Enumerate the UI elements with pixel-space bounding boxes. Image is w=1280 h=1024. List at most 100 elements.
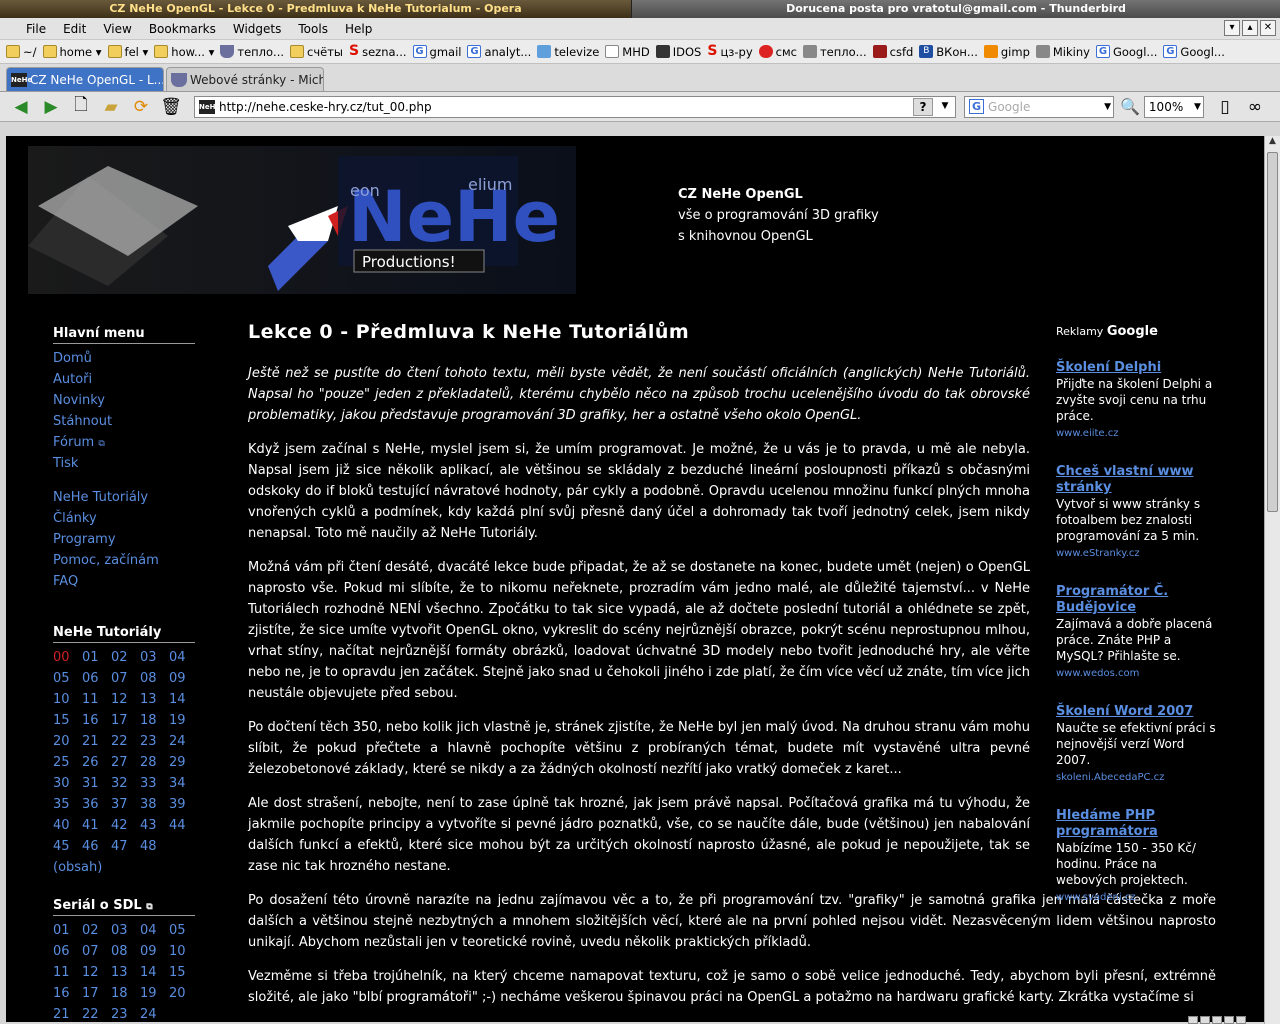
nav-link-pomoc[interactable]: Pomoc, začínám (53, 550, 203, 571)
tutorial-number-link[interactable]: 01 (82, 647, 111, 668)
tutorial-number-link[interactable]: 12 (111, 689, 140, 710)
ad-item[interactable]: Školení Word 2007 Naučte se efektivní pr… (1056, 704, 1216, 786)
ad-title[interactable]: Školení Delphi (1056, 360, 1216, 376)
menu-bookmarks[interactable]: Bookmarks (149, 22, 216, 36)
bookmark-item[interactable]: Sцз-ру (707, 44, 752, 59)
tutorial-number-link[interactable]: 04 (169, 647, 198, 668)
ad-url[interactable]: www.wedos.com (1056, 666, 1216, 682)
chevron-down-icon[interactable]: ▼ (937, 98, 953, 116)
bookmark-item[interactable]: Ganalyt... (467, 45, 531, 59)
nav-link-obsah[interactable]: (obsah) (53, 857, 203, 878)
tutorial-number-link[interactable]: 05 (53, 668, 82, 689)
tutorial-number-link[interactable]: 37 (111, 794, 140, 815)
ad-title[interactable]: Hledáme PHP programátora (1056, 808, 1216, 840)
tutorial-number-link[interactable]: 05 (169, 920, 198, 941)
tutorial-number-link[interactable]: 42 (111, 815, 140, 836)
ad-title[interactable]: Chceš vlastní www stránky (1056, 464, 1216, 496)
bookmark-item[interactable]: fel ▾ (107, 45, 148, 59)
status-icon[interactable] (1188, 1016, 1198, 1024)
search-box[interactable]: G Google ▼ (964, 95, 1114, 118)
tutorial-number-link[interactable]: 07 (82, 941, 111, 962)
tutorial-number-link[interactable]: 25 (53, 752, 82, 773)
tutorial-number-link[interactable]: 23 (111, 1004, 140, 1022)
bookmark-item[interactable]: смс (758, 45, 797, 59)
tutorial-number-link[interactable]: 17 (111, 710, 140, 731)
tutorial-number-link[interactable]: 10 (53, 689, 82, 710)
menu-edit[interactable]: Edit (63, 22, 86, 36)
nav-link-nehe-tutorialy[interactable]: NeHe Tutoriály (53, 487, 203, 508)
tutorial-number-link[interactable]: 08 (111, 941, 140, 962)
ad-title[interactable]: Školení Word 2007 (1056, 704, 1216, 720)
tutorial-number-link[interactable]: 20 (53, 731, 82, 752)
tutorial-number-link[interactable]: 41 (82, 815, 111, 836)
tutorial-number-link[interactable]: 09 (140, 941, 169, 962)
tutorial-number-link[interactable]: 21 (53, 1004, 82, 1022)
tutorial-number-link[interactable]: 19 (140, 983, 169, 1004)
tutorial-number-link[interactable]: 22 (111, 731, 140, 752)
nav-link-forum[interactable]: Fórum ⧉ (53, 432, 203, 453)
menu-help[interactable]: Help (345, 22, 372, 36)
nav-link-domu[interactable]: Domů (53, 348, 203, 369)
zoom-select[interactable]: 100% ▼ (1143, 95, 1204, 118)
tutorial-number-link[interactable]: 19 (169, 710, 198, 731)
tutorial-number-link[interactable]: 12 (82, 962, 111, 983)
menu-view[interactable]: View (103, 22, 131, 36)
status-icon[interactable] (1224, 1016, 1234, 1024)
scrollbar-thumb[interactable] (1267, 152, 1278, 512)
forward-button[interactable]: ▶ (38, 95, 64, 119)
bookmark-item[interactable]: тепло... (220, 45, 284, 59)
external-link-icon[interactable]: ⧉ (146, 902, 152, 912)
panel-button[interactable]: ▯ (1212, 95, 1238, 119)
reload-button[interactable]: ⟳ (128, 95, 154, 119)
bookmark-item[interactable]: ~/ (6, 45, 37, 59)
tutorial-number-link[interactable]: 16 (53, 983, 82, 1004)
tutorial-number-link[interactable]: 17 (82, 983, 111, 1004)
restore-icon[interactable]: ▴ (1242, 20, 1258, 36)
tutorial-number-link[interactable]: 14 (169, 689, 198, 710)
tutorial-number-link[interactable]: 46 (82, 836, 111, 857)
tutorial-number-link[interactable]: 26 (82, 752, 111, 773)
bookmark-item[interactable]: gimp (983, 45, 1030, 59)
new-page-button[interactable]: 🗋 (68, 95, 94, 119)
tutorial-number-link[interactable]: 47 (111, 836, 140, 857)
tutorial-number-link[interactable]: 07 (111, 668, 140, 689)
tutorial-number-link[interactable]: 06 (53, 941, 82, 962)
tutorial-number-link[interactable]: 09 (169, 668, 198, 689)
tutorial-number-link[interactable]: 11 (82, 689, 111, 710)
tutorial-number-link[interactable]: 13 (140, 689, 169, 710)
bookmark-item[interactable]: тепло... (802, 45, 867, 59)
address-bar[interactable]: NeHe http://nehe.ceske-hry.cz/tut_00.php… (194, 95, 956, 118)
vertical-scrollbar[interactable]: ▲ (1264, 136, 1280, 1024)
tutorial-number-link[interactable]: 13 (111, 962, 140, 983)
chevron-down-icon[interactable]: ▼ (1104, 102, 1111, 112)
url-text[interactable]: http://nehe.ceske-hry.cz/tut_00.php (219, 100, 432, 114)
tutorial-number-link[interactable]: 00 (53, 647, 82, 668)
bookmark-item[interactable]: счёты (290, 45, 343, 59)
tutorial-number-link[interactable]: 23 (140, 731, 169, 752)
trash-button[interactable]: 🗑 (158, 95, 184, 119)
tutorial-number-link[interactable]: 20 (169, 983, 198, 1004)
tutorial-number-link[interactable]: 32 (111, 773, 140, 794)
tutorial-number-link[interactable]: 18 (111, 983, 140, 1004)
ad-item[interactable]: Chceš vlastní www stránky Vytvoř si www … (1056, 464, 1216, 562)
nav-link-stahnout[interactable]: Stáhnout (53, 411, 203, 432)
tutorial-number-link[interactable]: 02 (111, 647, 140, 668)
tutorial-number-link[interactable]: 44 (169, 815, 198, 836)
ad-url[interactable]: www.eiite.cz (1056, 426, 1216, 442)
site-info-icon[interactable]: ? (913, 97, 933, 116)
tutorial-number-link[interactable]: 22 (82, 1004, 111, 1022)
bookmark-item[interactable]: B ВКон... (919, 45, 978, 59)
tutorial-number-link[interactable]: 15 (169, 962, 198, 983)
tutorial-number-link[interactable]: 28 (140, 752, 169, 773)
menu-file[interactable]: File (26, 22, 46, 36)
tutorial-number-link[interactable]: 16 (82, 710, 111, 731)
tab-webove-stranky[interactable]: Webové stránky - Mich... (166, 67, 324, 91)
ad-item[interactable]: Školení Delphi Přijďte na školení Delphi… (1056, 360, 1216, 442)
ad-url[interactable]: www.svadeni.cz (1056, 890, 1216, 906)
tutorial-number-link[interactable]: 01 (53, 920, 82, 941)
bookmark-item[interactable]: csfd (872, 45, 913, 59)
nav-link-autori[interactable]: Autoři (53, 369, 203, 390)
tutorial-number-link[interactable]: 02 (82, 920, 111, 941)
tutorial-number-link[interactable]: 27 (111, 752, 140, 773)
bookmark-item[interactable]: Ssezna... (349, 44, 407, 59)
